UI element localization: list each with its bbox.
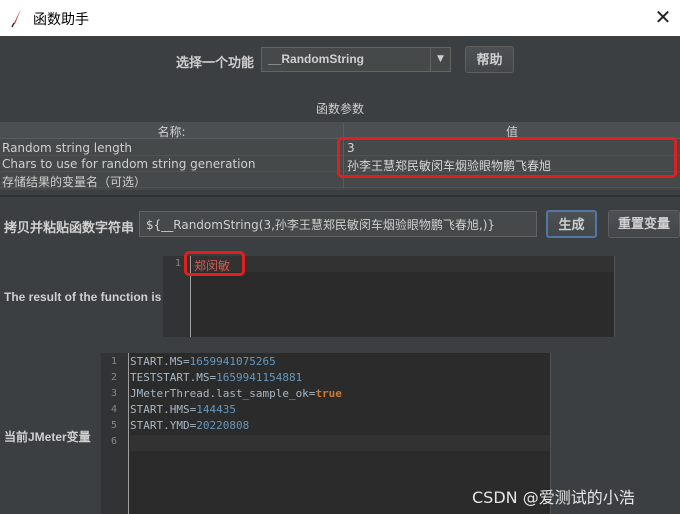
feather-icon <box>11 9 21 28</box>
code-line: START.HMS=144435 <box>130 403 236 416</box>
var-value: true <box>315 387 342 400</box>
var-key: START.YMD= <box>130 419 197 432</box>
current-line-highlight <box>130 435 550 451</box>
divider <box>0 195 680 197</box>
line-number: 3 <box>110 388 117 399</box>
scrollbar[interactable] <box>614 256 628 337</box>
function-select-label: 选择一个功能 <box>176 55 255 70</box>
function-dropdown-value: __RandomString <box>268 52 365 66</box>
code-line: TESTSTART.MS=1659941154881 <box>130 371 302 384</box>
code-line: START.YMD=20220808 <box>130 419 249 432</box>
close-icon[interactable]: ✕ <box>652 7 674 29</box>
var-value: 20220808 <box>196 419 250 432</box>
line-number: 1 <box>110 356 117 367</box>
title-bar: 函数助手 ✕ <box>0 0 680 36</box>
current-line-highlight <box>192 256 614 272</box>
param-name: Chars to use for random string generatio… <box>2 157 256 171</box>
help-button[interactable]: 帮助 <box>465 46 514 73</box>
line-number: 2 <box>110 372 117 383</box>
var-value: 1659941154881 <box>216 371 303 384</box>
param-name: Random string length <box>2 141 133 155</box>
highlight-box-params <box>337 137 677 178</box>
code-line: JMeterThread.last_sample_ok=true <box>130 387 342 400</box>
generate-button[interactable]: 生成 <box>546 210 597 238</box>
var-key: TESTSTART.MS= <box>130 371 217 384</box>
result-label: The result of the function is <box>4 290 162 304</box>
var-key: JMeterThread.last_sample_ok= <box>130 387 316 400</box>
line-number: 4 <box>110 404 117 415</box>
line-number: 6 <box>110 436 117 447</box>
highlight-box-result <box>184 251 245 276</box>
copy-label: 拷贝并粘贴函数字符串 <box>4 220 135 235</box>
var-key: START.MS= <box>130 355 190 368</box>
line-number: 1 <box>174 258 181 269</box>
var-key: START.HMS= <box>130 403 197 416</box>
var-value: 144435 <box>196 403 236 416</box>
chevron-down-icon[interactable]: ▼ <box>430 48 450 71</box>
reset-variables-button[interactable]: 重置变量 <box>608 210 680 238</box>
watermark: CSDN @爱测试的小浩 <box>472 488 635 507</box>
column-header-name: 名称: <box>157 125 186 139</box>
param-name: 存储结果的变量名（可选） <box>2 175 147 189</box>
var-value: 1659941075265 <box>189 355 276 368</box>
params-section-title: 函数参数 <box>315 102 364 116</box>
function-string-field[interactable]: ${__RandomString(3,孙李王慧郑民敏闵车烟验眼物鹏飞春旭,)} <box>139 211 537 237</box>
function-dropdown[interactable]: __RandomString ▼ <box>261 47 451 72</box>
line-number: 5 <box>110 420 117 431</box>
window-title: 函数助手 <box>33 12 89 28</box>
jmeter-vars-label: 当前JMeter变量 <box>4 430 91 444</box>
code-line: START.MS=1659941075265 <box>130 355 276 368</box>
